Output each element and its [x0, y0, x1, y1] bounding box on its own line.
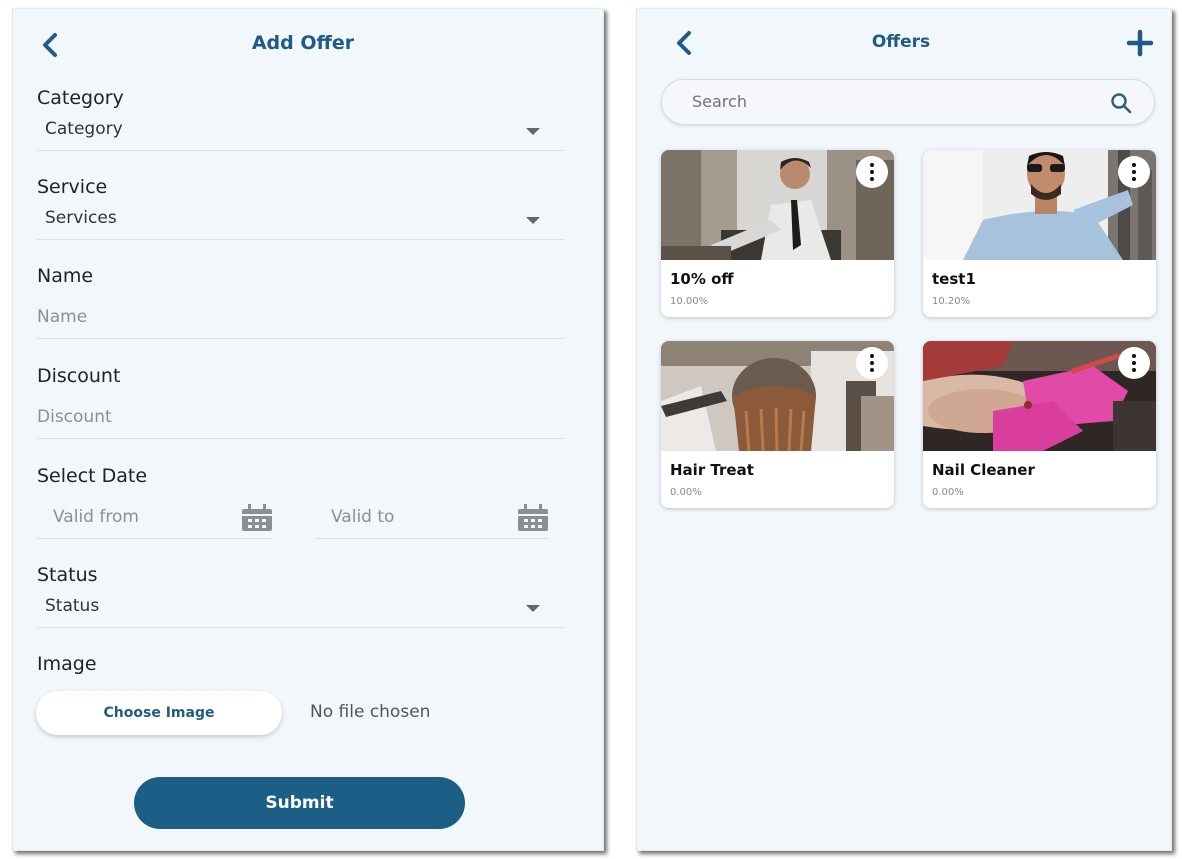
valid-to-field [315, 503, 549, 539]
more-vertical-icon [870, 354, 874, 358]
search-box [661, 79, 1155, 125]
more-options-button[interactable] [1118, 156, 1150, 188]
offers-screen: Offers Search 10% off 10.00% test1 10.20… [636, 8, 1172, 851]
status-select[interactable]: Status [37, 592, 564, 628]
file-status-text: No file chosen [310, 702, 431, 722]
more-vertical-icon [1132, 163, 1136, 167]
more-options-button[interactable] [856, 156, 888, 188]
more-dot [1132, 368, 1136, 372]
choose-image-button[interactable]: Choose Image [36, 691, 282, 735]
more-dot [1132, 361, 1136, 365]
calendar-icon[interactable] [517, 503, 549, 533]
valid-from-field [37, 503, 273, 539]
category-select-value: Category [45, 119, 123, 139]
more-options-button[interactable] [856, 347, 888, 379]
service-select[interactable]: Services [37, 204, 564, 240]
discount-label: Discount [37, 365, 121, 387]
offer-card[interactable]: test1 10.20% [923, 150, 1156, 317]
page-title: Offers [871, 32, 931, 52]
offer-card[interactable]: Nail Cleaner 0.00% [923, 341, 1156, 508]
image-label: Image [37, 653, 97, 675]
offer-card[interactable]: 10% off 10.00% [661, 150, 894, 317]
offer-discount: 0.00% [932, 487, 964, 498]
plus-icon [1126, 29, 1154, 56]
offer-discount: 0.00% [670, 487, 702, 498]
more-vertical-icon [870, 163, 874, 167]
offer-name: Nail Cleaner [932, 461, 1035, 479]
more-dot [870, 368, 874, 372]
discount-input[interactable] [37, 407, 564, 427]
more-dot [1132, 177, 1136, 181]
search-icon[interactable] [1110, 92, 1132, 114]
caret-down-icon [526, 217, 540, 224]
name-input[interactable] [37, 307, 564, 327]
offer-name: test1 [932, 270, 976, 288]
page-title: Add Offer [251, 32, 355, 54]
offer-discount: 10.00% [670, 296, 709, 307]
category-label: Category [37, 87, 124, 109]
caret-down-icon [526, 605, 540, 612]
more-dot [1132, 170, 1136, 174]
offer-name: Hair Treat [670, 461, 754, 479]
offer-name: 10% off [670, 270, 734, 288]
service-label: Service [37, 176, 108, 198]
offer-card[interactable]: Hair Treat 0.00% [661, 341, 894, 508]
select-date-label: Select Date [37, 465, 148, 487]
more-dot [870, 177, 874, 181]
status-label: Status [37, 564, 98, 586]
valid-to-input[interactable] [331, 507, 481, 527]
offer-discount: 10.20% [932, 296, 971, 307]
caret-down-icon [526, 128, 540, 135]
search-input[interactable] [692, 92, 1072, 111]
name-label: Name [37, 265, 94, 287]
more-options-button[interactable] [1118, 347, 1150, 379]
more-dot [870, 170, 874, 174]
service-select-value: Services [45, 208, 117, 228]
category-select[interactable]: Category [37, 115, 564, 151]
valid-from-input[interactable] [53, 507, 203, 527]
more-vertical-icon [1132, 354, 1136, 358]
add-offer-screen: Add Offer Category Category Service Serv… [12, 8, 604, 851]
name-field-wrapper [37, 303, 564, 339]
submit-button[interactable]: Submit [134, 777, 465, 829]
status-select-value: Status [45, 596, 100, 616]
calendar-icon[interactable] [241, 503, 273, 533]
add-offer-button[interactable] [1123, 27, 1157, 61]
discount-field-wrapper [37, 403, 564, 439]
more-dot [870, 361, 874, 365]
